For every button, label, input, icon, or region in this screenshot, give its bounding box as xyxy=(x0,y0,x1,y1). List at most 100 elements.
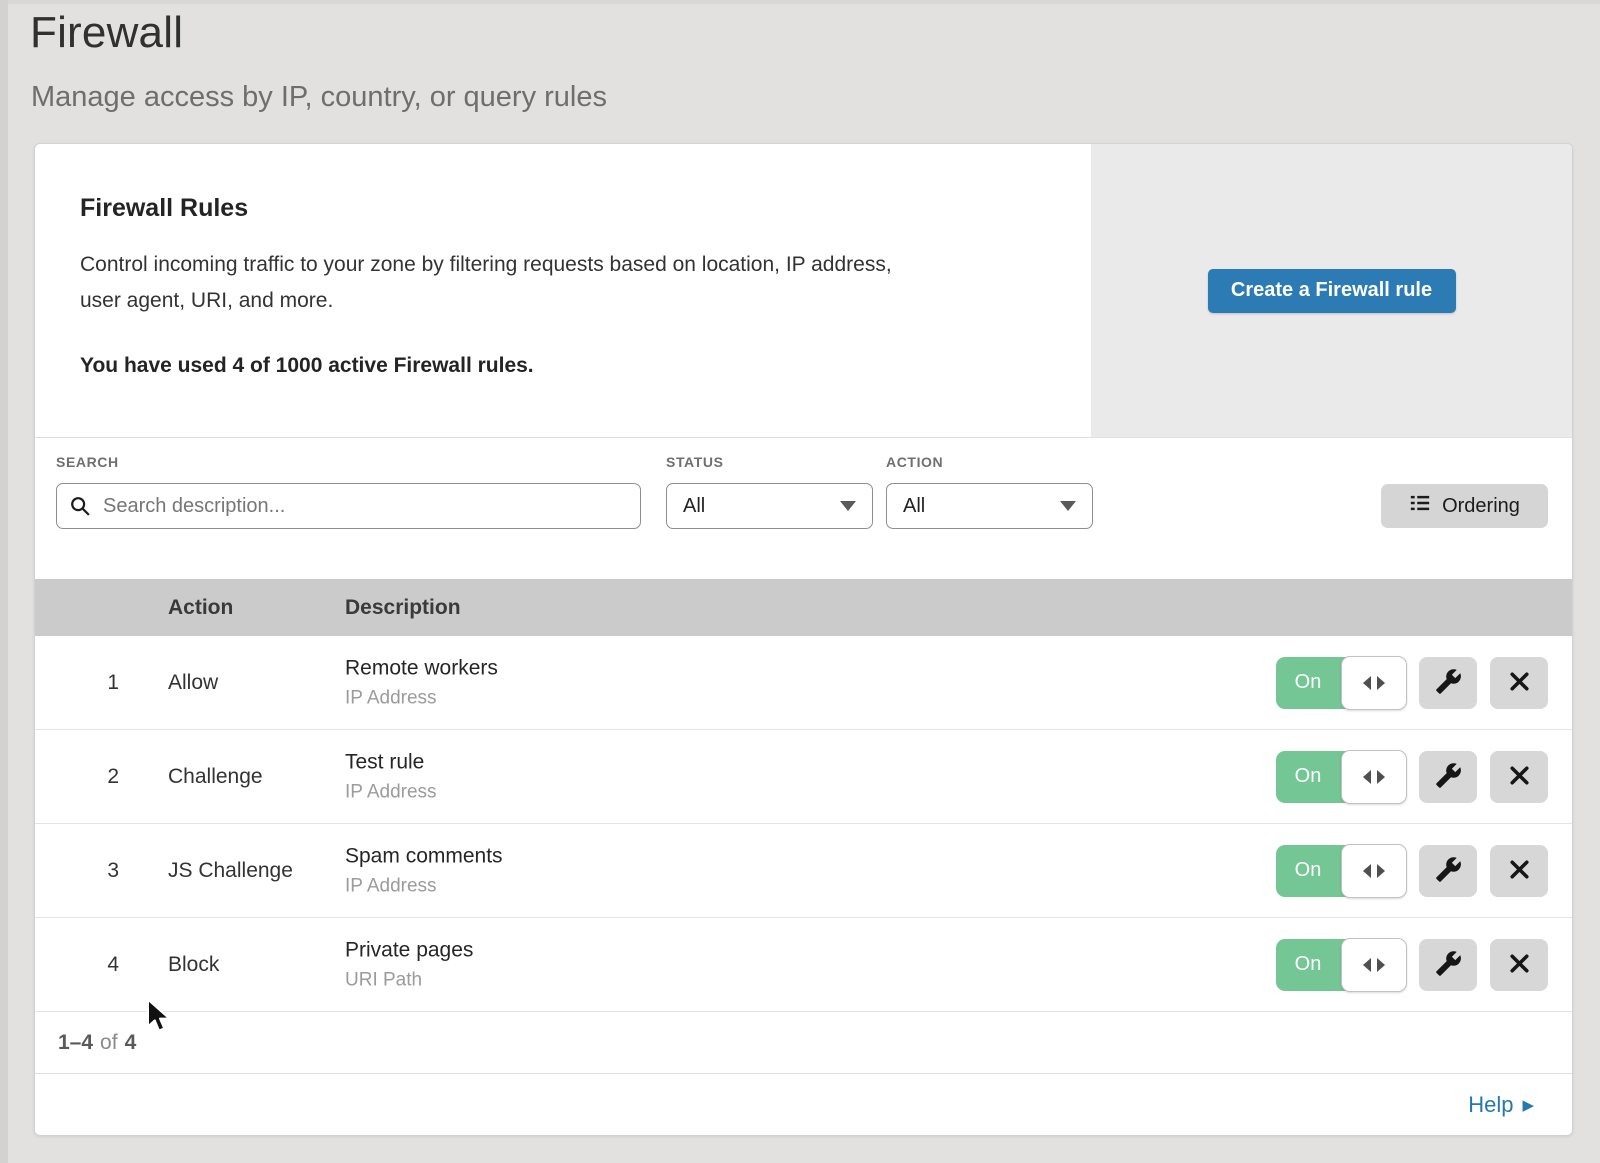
rule-match-type: IP Address xyxy=(345,687,498,709)
toggle-handle[interactable] xyxy=(1341,656,1407,710)
overview-text-block: Firewall Rules Control incoming traffic … xyxy=(35,144,1091,437)
triangle-left-icon xyxy=(1363,864,1371,878)
rule-match-type: URI Path xyxy=(345,969,473,991)
table-row: 3 JS Challenge Spam comments IP Address … xyxy=(35,824,1572,918)
delete-rule-button[interactable] xyxy=(1490,939,1548,991)
edit-rule-button[interactable] xyxy=(1419,657,1477,709)
triangle-left-icon xyxy=(1363,958,1371,972)
toggle-state-label: On xyxy=(1276,845,1340,897)
pagination-total: 4 xyxy=(125,1031,137,1055)
rule-enabled-toggle[interactable]: On xyxy=(1276,657,1406,709)
search-box xyxy=(56,483,641,529)
rules-list: 1 Allow Remote workers IP Address On xyxy=(35,636,1572,1012)
triangle-right-icon xyxy=(1377,864,1385,878)
toggle-state-label: On xyxy=(1276,657,1340,709)
toggle-handle[interactable] xyxy=(1341,844,1407,898)
rule-number: 1 xyxy=(89,636,119,730)
chevron-down-icon xyxy=(840,501,856,511)
pagination-of: of xyxy=(100,1031,118,1055)
wrench-icon xyxy=(1435,950,1462,980)
rule-match-type: IP Address xyxy=(345,781,437,803)
create-firewall-rule-button[interactable]: Create a Firewall rule xyxy=(1208,269,1456,313)
page-title: Firewall xyxy=(30,8,183,58)
description-line-1: Control incoming traffic to your zone by… xyxy=(80,253,892,276)
firewall-rules-card: Firewall Rules Control incoming traffic … xyxy=(34,143,1573,1136)
rule-description-cell: Private pages URI Path xyxy=(345,938,473,991)
edit-rule-button[interactable] xyxy=(1419,751,1477,803)
toggle-handle[interactable] xyxy=(1341,750,1407,804)
wrench-icon xyxy=(1435,856,1462,886)
close-icon xyxy=(1507,951,1532,979)
action-label: ACTION xyxy=(886,454,1093,470)
ordering-button-label: Ordering xyxy=(1442,495,1520,518)
table-row: 2 Challenge Test rule IP Address On xyxy=(35,730,1572,824)
close-icon xyxy=(1507,669,1532,697)
overview-section: Firewall Rules Control incoming traffic … xyxy=(35,144,1572,438)
description-line-2: user agent, URI, and more. xyxy=(80,289,333,312)
triangle-left-icon xyxy=(1363,770,1371,784)
rule-enabled-toggle[interactable]: On xyxy=(1276,845,1406,897)
triangle-right-icon xyxy=(1377,676,1385,690)
ordering-button[interactable]: Ordering xyxy=(1381,484,1548,528)
column-header-action: Action xyxy=(168,579,233,636)
rule-description-cell: Spam comments IP Address xyxy=(345,844,503,897)
rule-number: 4 xyxy=(89,918,119,1012)
search-input[interactable] xyxy=(56,483,641,529)
search-icon xyxy=(69,495,91,522)
column-header-description: Description xyxy=(345,579,461,636)
rule-controls: On xyxy=(1276,657,1548,709)
page-subtitle: Manage access by IP, country, or query r… xyxy=(31,81,607,114)
delete-rule-button[interactable] xyxy=(1490,657,1548,709)
rule-description: Spam comments xyxy=(345,844,503,868)
edit-rule-button[interactable] xyxy=(1419,939,1477,991)
status-label: STATUS xyxy=(666,454,873,470)
rule-description: Test rule xyxy=(345,750,437,774)
section-heading: Firewall Rules xyxy=(80,194,1031,223)
rule-controls: On xyxy=(1276,939,1548,991)
cta-panel: Create a Firewall rule xyxy=(1091,144,1572,437)
toggle-handle[interactable] xyxy=(1341,938,1407,992)
window-top-edge xyxy=(0,0,1600,4)
usage-text: You have used 4 of 1000 active Firewall … xyxy=(80,354,1031,378)
rule-action: Challenge xyxy=(168,730,263,824)
rule-number: 3 xyxy=(89,824,119,918)
rule-enabled-toggle[interactable]: On xyxy=(1276,939,1406,991)
delete-rule-button[interactable] xyxy=(1490,751,1548,803)
wrench-icon xyxy=(1435,762,1462,792)
delete-rule-button[interactable] xyxy=(1490,845,1548,897)
triangle-right-icon xyxy=(1377,958,1385,972)
status-filter: STATUS All xyxy=(666,454,873,529)
rule-action: Allow xyxy=(168,636,218,730)
close-icon xyxy=(1507,763,1532,791)
status-value: All xyxy=(683,495,705,518)
rule-match-type: IP Address xyxy=(345,875,503,897)
pagination: 1–4 of 4 xyxy=(35,1012,1572,1074)
page: Firewall Manage access by IP, country, o… xyxy=(0,0,1600,1163)
search-label: SEARCH xyxy=(56,454,641,470)
edit-rule-button[interactable] xyxy=(1419,845,1477,897)
toggle-state-label: On xyxy=(1276,751,1340,803)
close-icon xyxy=(1507,857,1532,885)
rule-enabled-toggle[interactable]: On xyxy=(1276,751,1406,803)
rule-controls: On xyxy=(1276,751,1548,803)
rule-description-cell: Remote workers IP Address xyxy=(345,656,498,709)
status-select[interactable]: All xyxy=(666,483,873,529)
wrench-icon xyxy=(1435,668,1462,698)
window-left-edge xyxy=(0,0,8,1163)
help-link[interactable]: Help ▶ xyxy=(1468,1092,1534,1118)
action-select[interactable]: All xyxy=(886,483,1093,529)
rule-controls: On xyxy=(1276,845,1548,897)
rule-action: JS Challenge xyxy=(168,824,293,918)
rule-description: Remote workers xyxy=(345,656,498,680)
table-row: 1 Allow Remote workers IP Address On xyxy=(35,636,1572,730)
rule-description-cell: Test rule IP Address xyxy=(345,750,437,803)
triangle-right-icon xyxy=(1377,770,1385,784)
chevron-down-icon xyxy=(1060,501,1076,511)
section-description: Control incoming traffic to your zone by… xyxy=(80,247,1031,319)
rule-description: Private pages xyxy=(345,938,473,962)
action-filter: ACTION All xyxy=(886,454,1093,529)
action-value: All xyxy=(903,495,925,518)
rule-action: Block xyxy=(168,918,219,1012)
table-header: Action Description xyxy=(35,579,1572,636)
list-icon xyxy=(1409,492,1431,520)
